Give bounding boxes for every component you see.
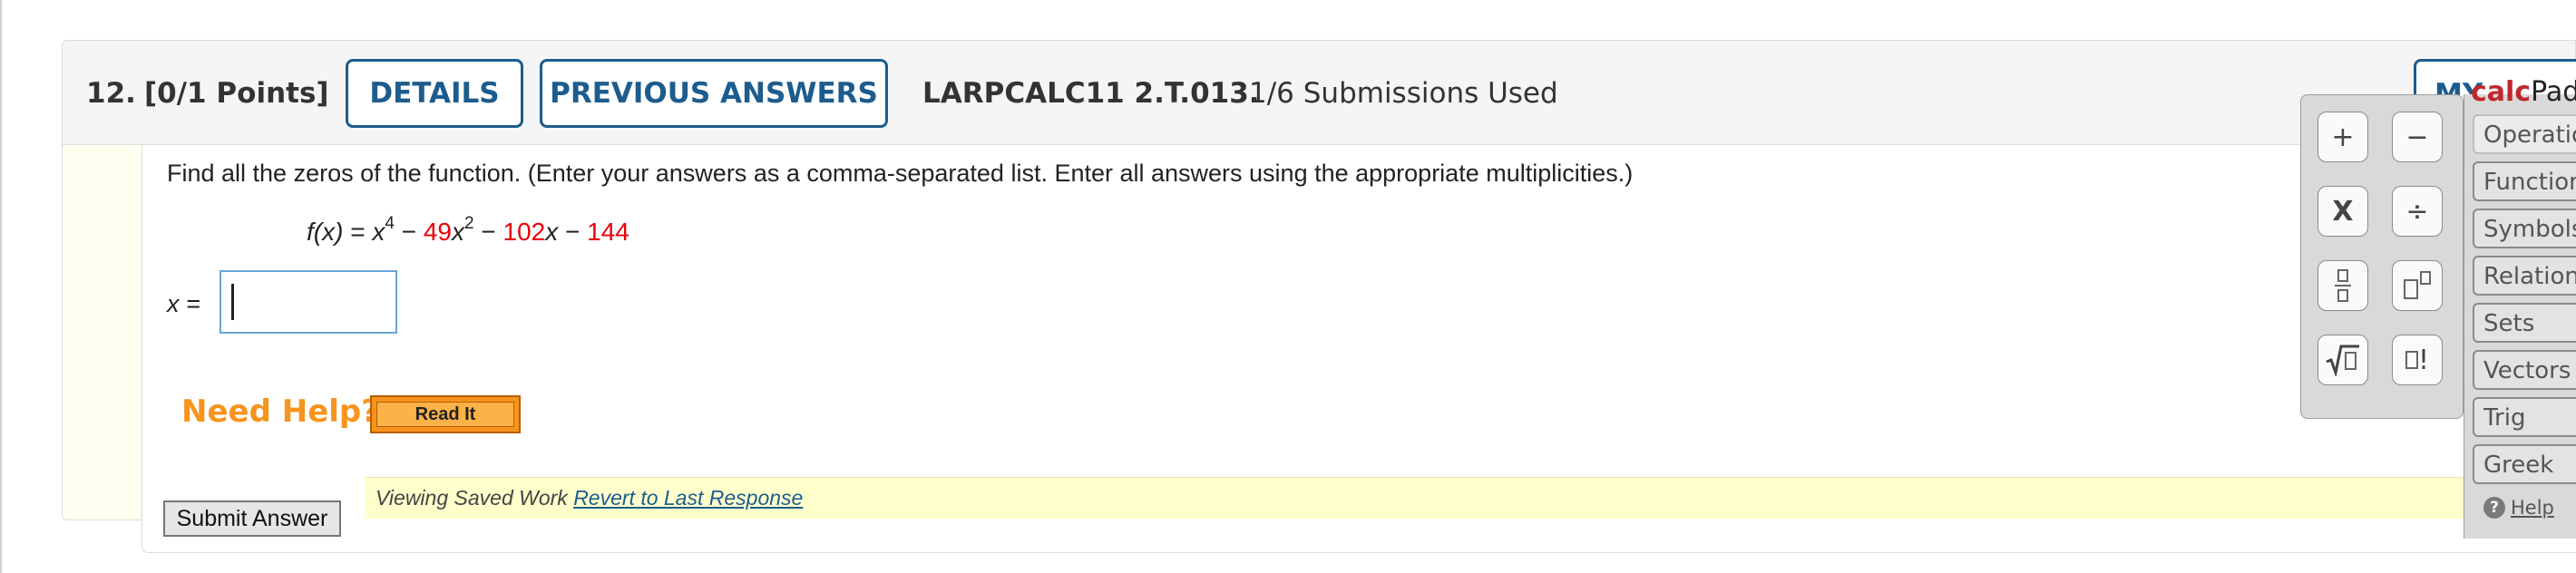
submissions-used: 1/6 Submissions Used [1249, 77, 1558, 110]
placeholder-box-icon [2405, 351, 2418, 369]
divide-button[interactable]: ÷ [2392, 186, 2443, 237]
read-it-label: Read It [376, 402, 514, 427]
fraction-icon [2335, 269, 2351, 302]
minus-sign: − [394, 218, 424, 246]
category-symbols[interactable]: Symbols [2473, 209, 2576, 248]
saved-work-bar: Viewing Saved Work Revert to Last Respon… [365, 477, 2576, 519]
submit-answer-button[interactable]: Submit Answer [163, 500, 341, 537]
problem-code: LARPCALC11 2.T.013. [922, 77, 1260, 110]
plus-button[interactable]: + [2317, 112, 2368, 162]
category-vectors[interactable]: Vectors [2473, 350, 2576, 390]
category-trig[interactable]: Trig [2473, 397, 2576, 437]
calcpad-title-pad: Pad [2531, 76, 2576, 108]
x-linear-term: x [545, 218, 559, 246]
category-functions[interactable]: Functions [2473, 161, 2576, 201]
question-prompt: Find all the zeros of the function. (Ent… [167, 160, 1634, 187]
details-button[interactable]: DETAILS [346, 59, 523, 128]
answer-label: x = [167, 290, 200, 318]
exponent-icon [2404, 271, 2431, 299]
x-exponent-2: 2 [464, 214, 474, 233]
exponent-button[interactable] [2392, 260, 2443, 311]
page-edge [0, 0, 2, 573]
answer-label-text: x = [167, 290, 200, 317]
factorial-button[interactable]: ! [2392, 335, 2443, 385]
text-caret [231, 284, 234, 320]
multiply-button[interactable]: X [2317, 186, 2368, 237]
answer-input[interactable] [220, 270, 397, 334]
function-expression: f(x) = x4 − 49x2 − 102x − 144 [307, 214, 629, 247]
constant-144: 144 [587, 218, 629, 246]
minus-sign: − [558, 218, 588, 246]
calcpad-title: calcPad [2471, 76, 2576, 108]
revert-link[interactable]: Revert to Last Response [573, 486, 803, 510]
category-operations[interactable]: Operations [2473, 114, 2576, 154]
x-term: x [372, 218, 385, 246]
function-name: f(x) [307, 218, 344, 246]
viewing-saved-work-text: Viewing Saved Work [376, 486, 574, 510]
factorial-symbol: ! [2417, 344, 2430, 376]
category-relations[interactable]: Relations [2473, 256, 2576, 296]
fraction-button[interactable] [2317, 260, 2368, 311]
previous-answers-button[interactable]: PREVIOUS ANSWERS [540, 59, 888, 128]
calcpad-keypad: + − X ÷ ! [2300, 94, 2464, 419]
square-root-icon [2326, 345, 2359, 376]
help-label: Help [2511, 497, 2554, 519]
minus-button[interactable]: − [2392, 112, 2443, 162]
help-icon: ? [2483, 497, 2505, 519]
need-help-label: Need Help? [181, 393, 379, 430]
calcpad-help-link[interactable]: ? Help [2483, 497, 2554, 519]
coefficient-102: 102 [503, 218, 546, 246]
x-squared-term: x [452, 218, 465, 246]
read-it-button[interactable]: Read It [370, 395, 521, 433]
category-greek[interactable]: Greek [2473, 444, 2576, 484]
question-number: 12. [86, 77, 136, 110]
x-exponent-4: 4 [385, 214, 395, 233]
square-root-button[interactable] [2317, 335, 2368, 385]
category-sets[interactable]: Sets [2473, 303, 2576, 343]
points-label: [0/1 Points] [144, 77, 329, 110]
minus-sign: − [473, 218, 503, 246]
calcpad-title-calc: calc [2471, 76, 2532, 108]
coefficient-49: 49 [423, 218, 453, 246]
equals-sign: = [343, 218, 373, 246]
question-header: 12. [0/1 Points] DETAILS PREVIOUS ANSWER… [62, 40, 2576, 145]
